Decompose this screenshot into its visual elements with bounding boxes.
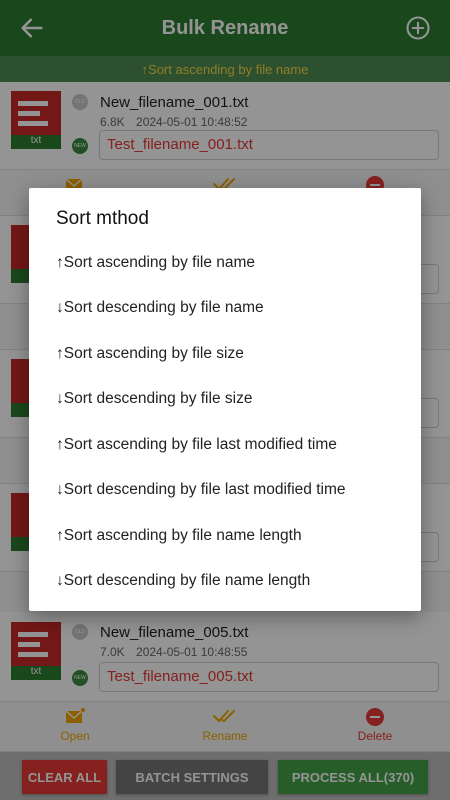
sort-option-size-asc[interactable]: ↑Sort ascending by file size — [56, 345, 244, 363]
sort-option-length-asc[interactable]: ↑Sort ascending by file name length — [56, 527, 302, 545]
sort-option-modified-asc[interactable]: ↑Sort ascending by file last modified ti… — [56, 436, 337, 454]
sort-option-length-desc[interactable]: ↓Sort descending by file name length — [56, 572, 310, 590]
sort-option-name-asc[interactable]: ↑Sort ascending by file name — [56, 254, 255, 272]
sort-method-dialog: Sort mthod ↑Sort ascending by file name … — [29, 188, 421, 611]
dialog-title: Sort mthod — [56, 208, 149, 229]
sort-option-modified-desc[interactable]: ↓Sort descending by file last modified t… — [56, 481, 345, 499]
sort-option-name-desc[interactable]: ↓Sort descending by file name — [56, 299, 264, 317]
sort-option-size-desc[interactable]: ↓Sort descending by file size — [56, 390, 252, 408]
